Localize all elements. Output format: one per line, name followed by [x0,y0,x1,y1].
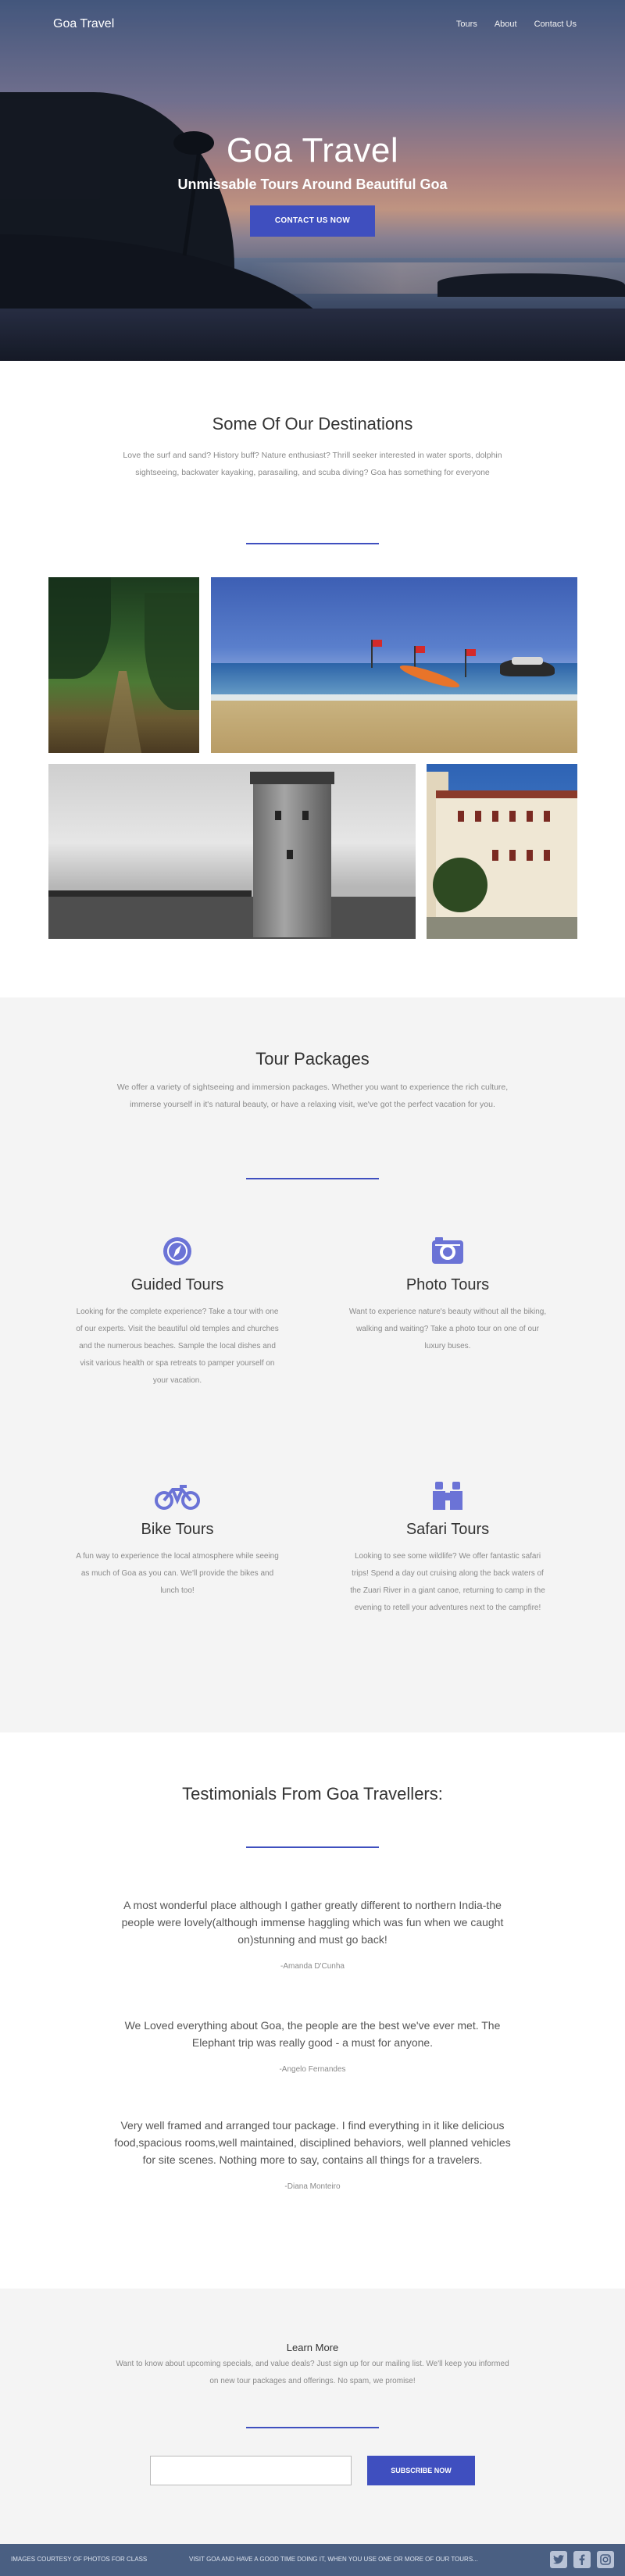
top-nav: Goa Travel Tours About Contact Us [0,0,625,48]
tour-title: Safari Tours [405,1521,490,1538]
colonial-building-photo [427,764,577,939]
footer-credits: IMAGES COURTESY OF PHOTOS FOR CLASS [11,2556,148,2563]
testimonial: A most wonderful place although I gather… [113,1896,512,1971]
testimonial-author: -Angelo Fernandes [279,2065,346,2074]
lighthouse-fort-photo [48,764,416,939]
nav-link-tours[interactable]: Tours [456,20,477,29]
testimonials-title: Testimonials From Goa Travellers: [182,1784,443,1804]
hero-title: Goa Travel [226,131,399,169]
nav-link-contact[interactable]: Contact Us [534,20,577,29]
email-field[interactable] [150,2456,352,2485]
contact-us-button[interactable]: CONTACT US NOW [250,205,375,237]
testimonials-section: Testimonials From Goa Travellers: A most… [0,1732,625,2289]
learn-more-title: Learn More [286,2342,339,2353]
instagram-icon[interactable] [597,2551,614,2568]
testimonial-quote: Very well framed and arranged tour packa… [114,2119,511,2166]
tour-text: A fun way to experience the local atmosp… [76,1552,279,1595]
beach-photo [211,577,577,753]
testimonial-author: -Amanda D'Cunha [280,1962,345,1971]
hero-content: Goa Travel Unmissable Tours Around Beaut… [0,131,625,237]
testimonial: Very well framed and arranged tour packa… [113,2117,512,2191]
tour-card-safari: Safari Tours Looking to see some wildlif… [346,1479,549,1617]
section-divider [246,2427,379,2428]
tour-packages-section: Tour Packages We offer a variety of sigh… [0,997,625,1732]
tour-card-photo: Photo Tours Want to experience nature's … [346,1234,549,1355]
binoculars-icon [433,1482,462,1510]
tour-card-guided: Guided Tours Looking for the complete ex… [76,1234,279,1390]
learn-more-text: Want to know about upcoming specials, an… [116,2360,509,2385]
tour-card-bike: Bike Tours A fun way to experience the l… [76,1479,279,1600]
social-links [550,2551,614,2568]
camera-icon [432,1237,463,1264]
tour-text: Looking to see some wildlife? We offer f… [350,1552,545,1612]
testimonial-quote: We Loved everything about Goa, the peopl… [124,2019,501,2049]
bicycle-icon [155,1485,200,1510]
footer-tagline: VISIT GOA AND HAVE A GOOD TIME DOING IT,… [189,2556,478,2563]
facebook-icon[interactable] [573,2551,591,2568]
section-divider [246,1846,379,1848]
twitter-icon[interactable] [550,2551,567,2568]
tour-title: Photo Tours [405,1276,490,1293]
tour-text: Want to experience nature's beauty witho… [348,1308,547,1350]
compass-icon [163,1237,191,1265]
section-divider [246,543,379,544]
nav-links: Tours About Contact Us [456,20,577,29]
destinations-section: Some Of Our Destinations Love the surf a… [0,361,625,997]
footer: IMAGES COURTESY OF PHOTOS FOR CLASS VISI… [0,2544,625,2576]
tour-title: Guided Tours [130,1276,224,1293]
packages-title: Tour Packages [255,1049,370,1069]
testimonial: We Loved everything about Goa, the peopl… [113,2017,512,2074]
testimonial-quote: A most wonderful place although I gather… [121,1899,504,1946]
tour-title: Bike Tours [141,1521,214,1538]
jungle-path-photo [48,577,199,753]
section-divider [246,1178,379,1179]
subscribe-button[interactable]: SUBSCRIBE NOW [367,2456,475,2485]
packages-text: We offer a variety of sightseeing and im… [116,1083,509,1109]
tour-text: Looking for the complete experience? Tak… [76,1308,279,1385]
destinations-title: Some Of Our Destinations [212,414,413,433]
learn-more-section: Learn More Want to know about upcoming s… [0,2289,625,2544]
testimonial-author: -Diana Monteiro [284,2182,341,2191]
brand-link[interactable]: Goa Travel [53,17,114,31]
hero-subtitle: Unmissable Tours Around Beautiful Goa [177,177,448,192]
nav-link-about[interactable]: About [495,20,517,29]
hero-banner: Goa Travel Tours About Contact Us Goa Tr… [0,0,625,361]
destinations-text: Love the surf and sand? History buff? Na… [123,451,502,477]
